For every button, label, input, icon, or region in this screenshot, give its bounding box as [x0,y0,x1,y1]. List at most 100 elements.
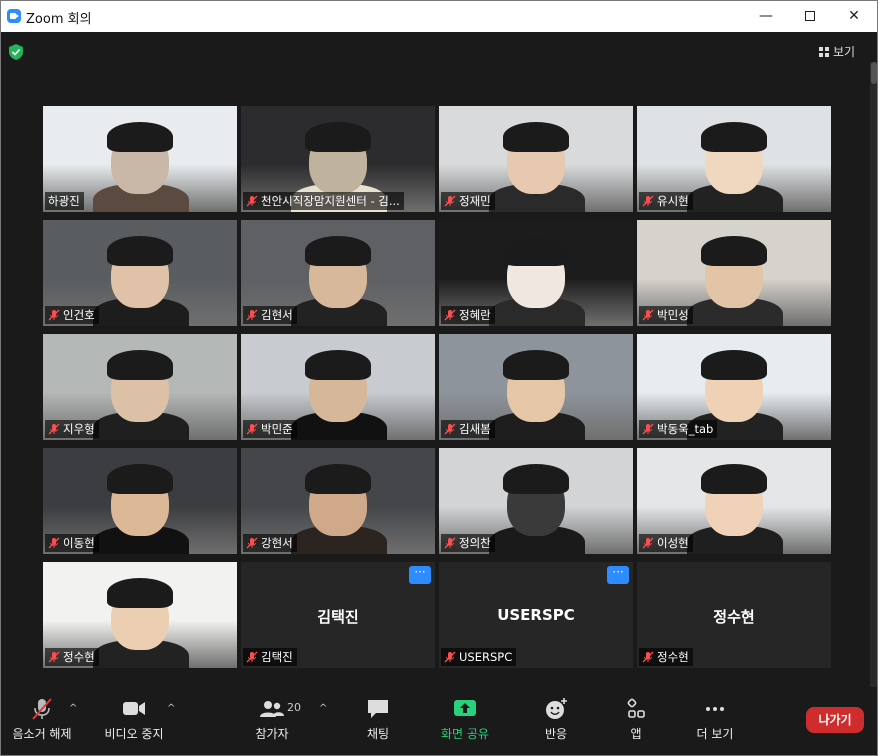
chat-label: 채팅 [366,727,390,741]
scrollbar-thumb[interactable] [871,62,877,84]
participant-name-tag: 정의찬 [441,534,495,552]
participants-count: 20 [287,701,301,714]
mic-muted-icon [9,697,75,721]
participant-name-tag: 정재민 [441,192,495,210]
participant-name-tag: 유시현 [639,192,693,210]
audio-options-caret[interactable]: ^ [69,703,77,714]
mic-muted-icon [642,422,654,435]
chat-button[interactable]: 채팅 [345,697,411,742]
meeting-toolbar: 음소거 해제 ^ 비디오 중지 ^ 참가자 20 ^ 채팅 화면 공유 반응 앱… [1,687,877,755]
security-shield-icon[interactable] [9,44,23,60]
participant-name: 박민성 [657,308,689,322]
mic-muted-icon [246,536,258,549]
more-dots-icon [682,697,748,721]
unmute-button[interactable]: 음소거 해제 [9,697,75,742]
close-button[interactable]: ✕ [831,1,877,32]
participant-name-tag: 천안시직장맘지원센터 - 김... [243,192,404,210]
participant-name-tag: 정수현 [639,648,693,666]
participant-tile[interactable]: 정재민 [439,106,633,212]
participant-name: 지우형 [63,422,95,436]
participant-name: 정재민 [459,194,491,208]
scrollbar[interactable] [870,62,877,692]
participant-tile[interactable]: 정수현 [43,562,237,668]
participant-tile[interactable]: USERSPC ··· USERSPC [439,562,633,668]
stop-video-button[interactable]: 비디오 중지 [101,697,167,742]
mic-muted-icon [444,308,456,321]
leave-meeting-button[interactable]: 나가기 [806,707,864,733]
participants-label: 참가자 [255,727,289,741]
participant-name: 이동현 [63,536,95,550]
reactions-smiley-icon [523,697,589,721]
meeting-area: 보기 하광진 천안시직장맘지원센터 - 김... 정재민 유시현 인건호 김현서 정혜란 박민… [1,32,877,755]
window-title: Zoom 회의 [26,12,92,27]
participant-tile[interactable]: 천안시직장맘지원센터 - 김... [241,106,435,212]
participant-tile[interactable]: 김현서 [241,220,435,326]
participant-tile[interactable]: 강현서 [241,448,435,554]
participant-tile[interactable]: 정의찬 [439,448,633,554]
mic-muted-icon [246,422,258,435]
participant-name-tag: 박민준 [243,420,297,438]
mic-muted-icon [444,536,456,549]
share-screen-button[interactable]: 화면 공유 [431,697,499,742]
reactions-button[interactable]: 반응 [523,697,589,742]
participant-name: 유시현 [657,194,689,208]
tile-more-options-button[interactable]: ··· [607,566,629,584]
maximize-icon [805,11,815,21]
grid-icon [819,47,829,57]
participant-display-name: 김택진 [317,608,359,626]
apps-button[interactable]: 앱 [603,697,669,742]
maximize-button[interactable] [787,1,833,32]
more-button[interactable]: 더 보기 [682,697,748,742]
participant-tile[interactable]: 박민성 [637,220,831,326]
apps-icon [603,697,669,721]
participant-name: 박민준 [261,422,293,436]
participant-name: 강현서 [261,536,293,550]
participants-options-caret[interactable]: ^ [319,703,327,714]
participant-tile[interactable]: 유시현 [637,106,831,212]
participant-tile[interactable]: 이동현 [43,448,237,554]
participant-tile[interactable]: 박민준 [241,334,435,440]
participant-name-tag: 김새봄 [441,420,495,438]
participant-tile[interactable]: 김택진 ··· 김택진 [241,562,435,668]
participant-tile[interactable]: 박동욱_tab [637,334,831,440]
participant-tile[interactable]: 하광진 [43,106,237,212]
mic-muted-icon [642,194,654,207]
participant-tile[interactable]: 정수현 정수현 [637,562,831,668]
participant-tile[interactable]: 정혜란 [439,220,633,326]
view-button[interactable]: 보기 [819,42,855,62]
chat-icon [345,697,411,721]
participant-name: 이성현 [657,536,689,550]
video-options-caret[interactable]: ^ [167,703,175,714]
participant-name: 인건호 [63,308,95,322]
mic-muted-icon [48,536,60,549]
participant-tile[interactable]: 지우형 [43,334,237,440]
participant-name: 정수현 [657,650,689,664]
participant-name: 정수현 [63,650,95,664]
participant-display-name: USERSPC [497,606,575,624]
participant-name-tag: 강현서 [243,534,297,552]
mic-muted-icon [444,650,456,663]
mic-muted-icon [48,422,60,435]
participant-name-tag: 이동현 [45,534,99,552]
zoom-window: Zoom 회의 — ✕ 보기 하광진 천안시직장맘지원센터 - 김... 정재민 유시… [0,0,878,756]
mic-muted-icon [444,422,456,435]
share-screen-label: 화면 공유 [441,727,489,741]
title-bar: Zoom 회의 — ✕ [1,1,877,32]
participant-name-tag: 이성현 [639,534,693,552]
stop-video-label: 비디오 중지 [104,727,164,741]
participant-name-tag: 정혜란 [441,306,495,324]
participant-tile[interactable]: 김새봄 [439,334,633,440]
participant-name: 정의찬 [459,536,491,550]
tile-more-options-button[interactable]: ··· [409,566,431,584]
mic-muted-icon [246,308,258,321]
mic-muted-icon [246,194,258,207]
participant-tile[interactable]: 이성현 [637,448,831,554]
participant-name-tag: 하광진 [45,192,84,210]
mic-muted-icon [48,308,60,321]
share-screen-icon [431,697,499,721]
minimize-button[interactable]: — [743,1,789,32]
zoom-app-icon [7,9,21,23]
mic-muted-icon [246,650,258,663]
more-label: 더 보기 [696,727,734,741]
participant-tile[interactable]: 인건호 [43,220,237,326]
